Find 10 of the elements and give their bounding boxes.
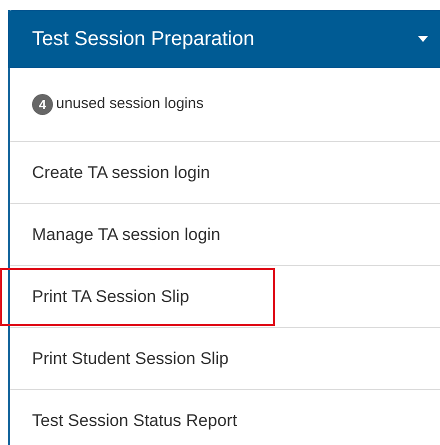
panel-title: Test Session Preparation — [32, 27, 256, 52]
panel-header[interactable]: Test Session Preparation — [8, 10, 440, 68]
menu-link[interactable]: Test Session Status Report — [32, 408, 238, 434]
menu-link[interactable]: Print Student Session Slip — [32, 346, 229, 372]
menu-link[interactable]: Print TA Session Slip — [32, 284, 190, 310]
menu-link[interactable]: Manage TA session login — [32, 222, 220, 248]
count-badge: 4 — [32, 94, 53, 115]
unused-logins-text: unused session logins — [56, 94, 204, 114]
menu-link[interactable]: Create TA session login — [32, 160, 210, 186]
caret-down-icon — [418, 36, 428, 42]
